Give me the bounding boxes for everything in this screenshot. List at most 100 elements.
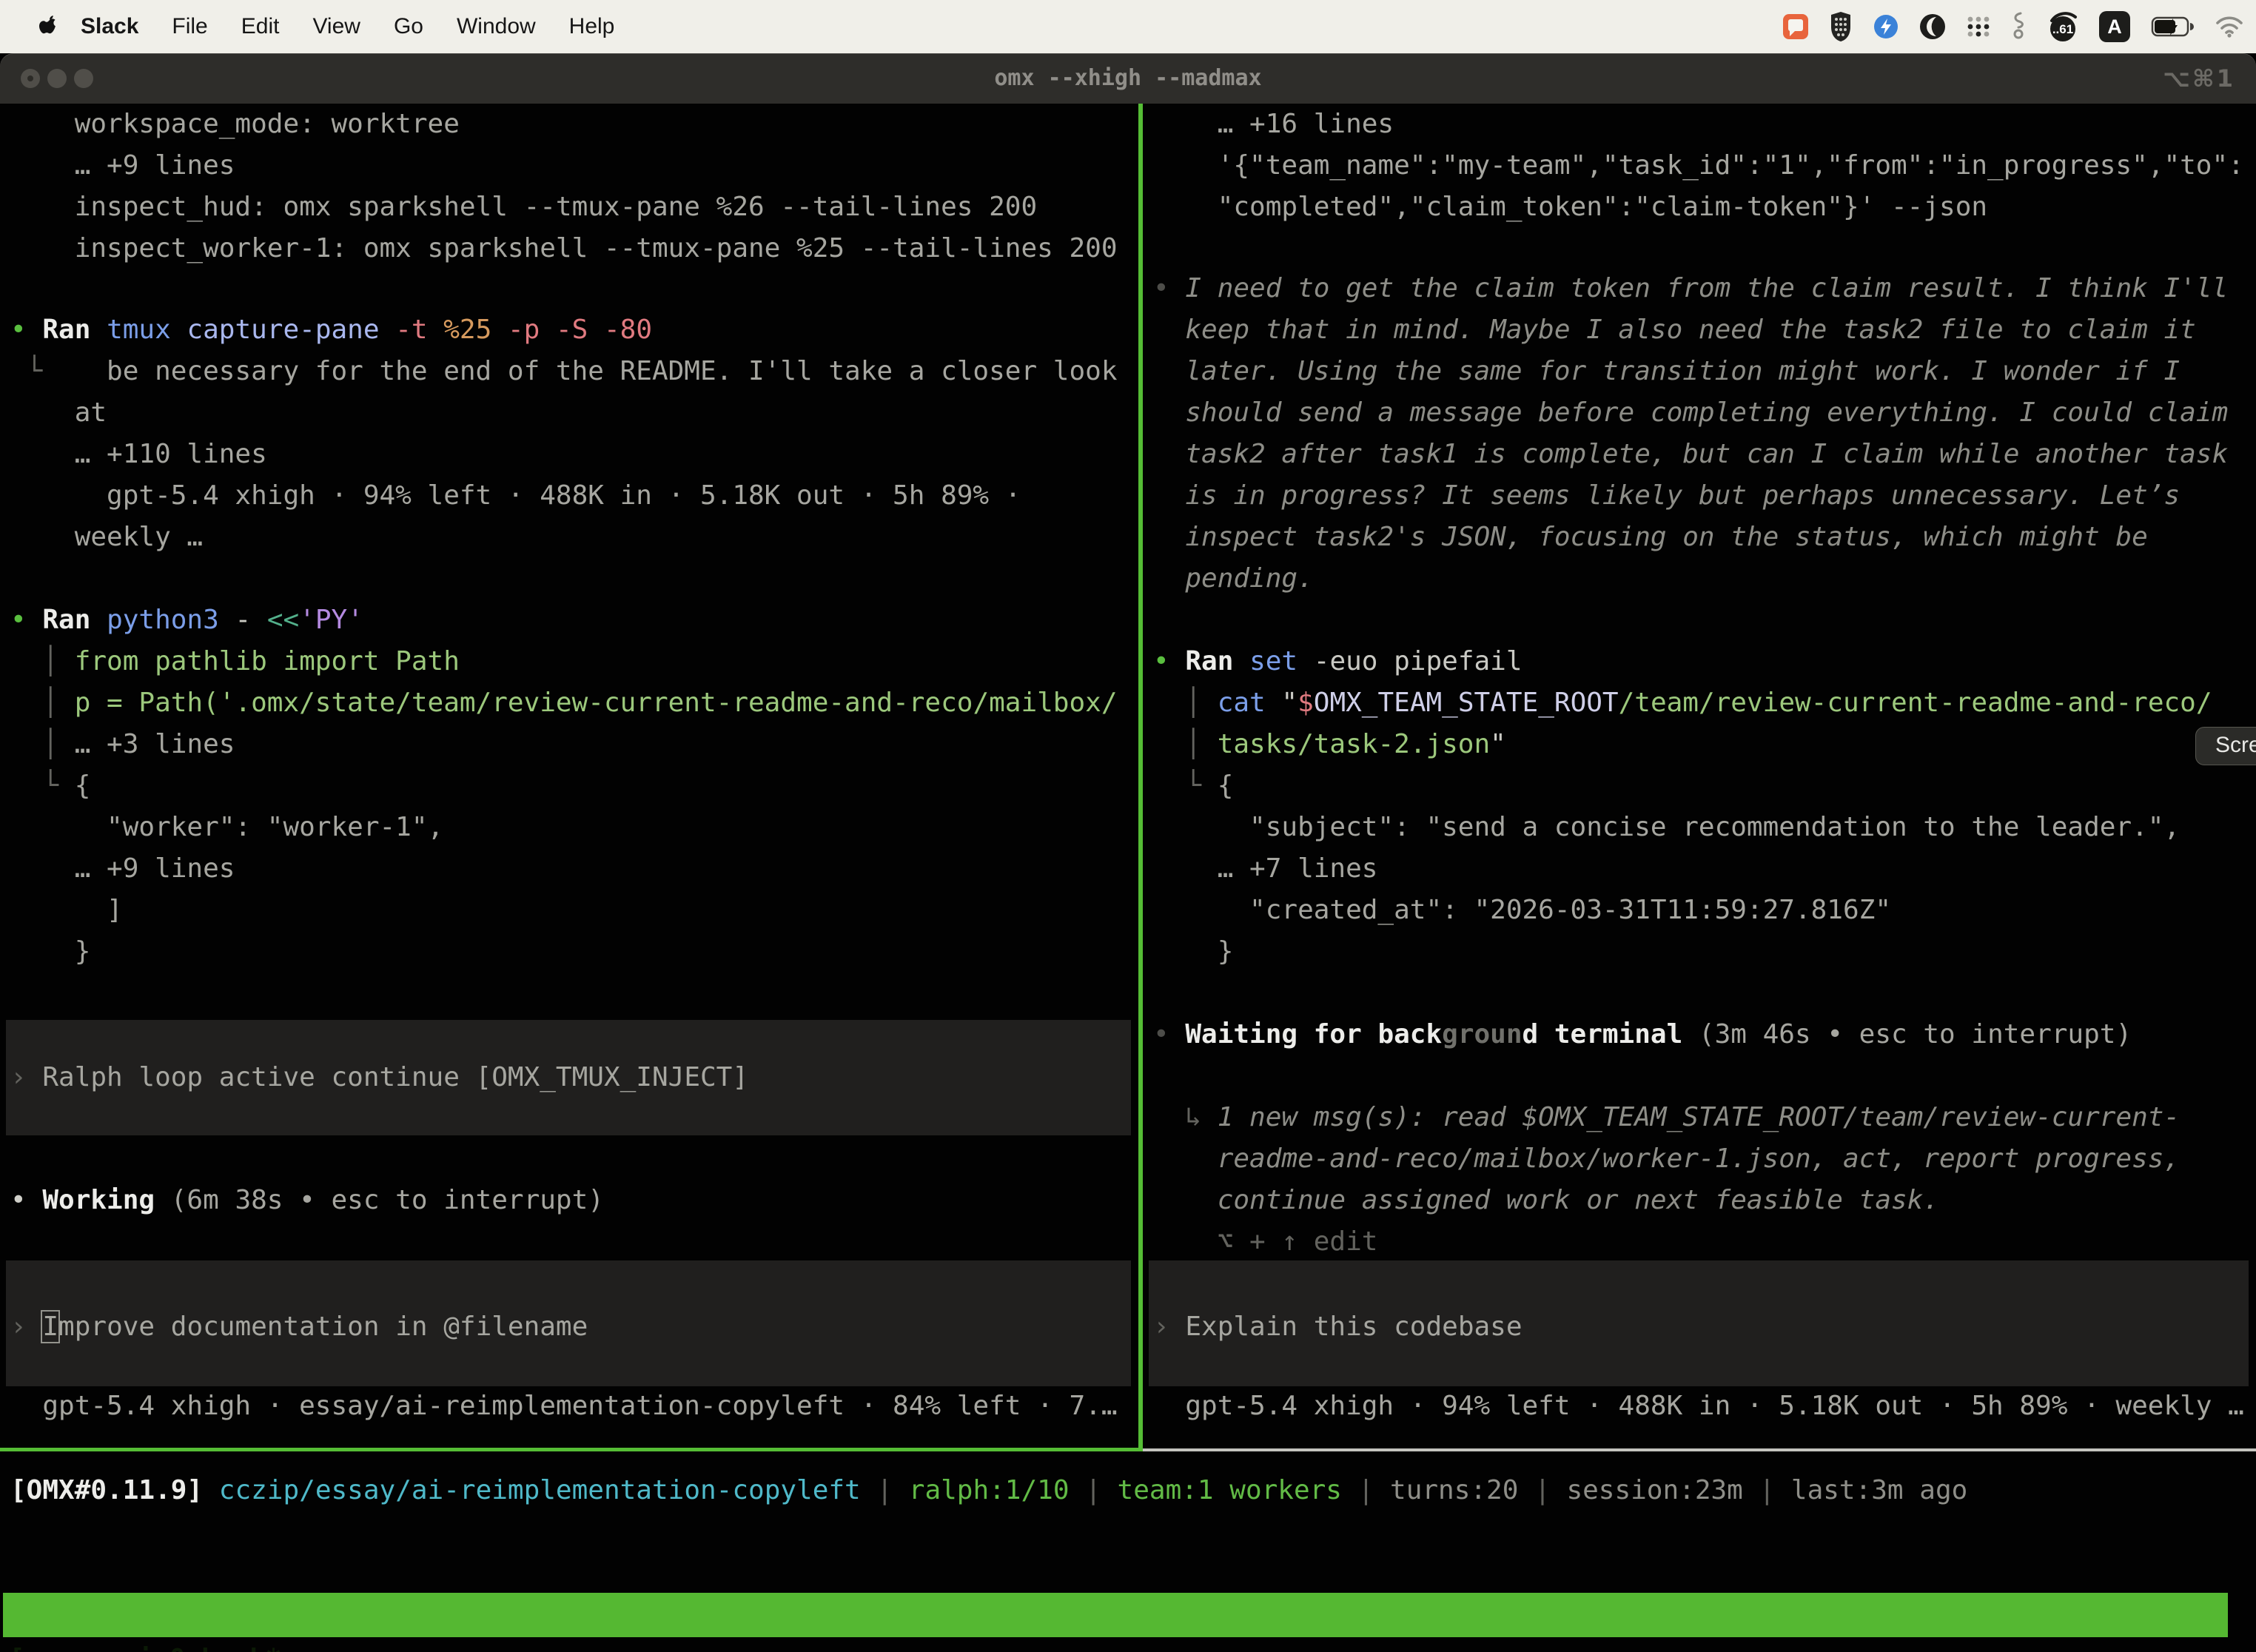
text-segment: " — [1490, 729, 1506, 759]
text-segment: { — [75, 770, 91, 801]
text-segment: "worker": "worker-1", — [10, 812, 443, 842]
terminal-line: gpt-5.4 xhigh · 94% left · 488K in · 5.1… — [10, 475, 1138, 517]
text-segment: gpt-5.4 xhigh · essay/ai-reimplementatio… — [10, 1391, 1118, 1421]
text-segment: Working — [42, 1185, 170, 1215]
terminal-line: • Waiting for background terminal (3m 46… — [1153, 1014, 2256, 1055]
text-segment: Ran — [42, 315, 107, 345]
text-segment: › — [10, 1062, 42, 1092]
text-segment: at — [10, 397, 107, 428]
text-segment: "completed","claim_token":"claim-token"}… — [1153, 192, 1987, 222]
text-segment: later. Using the same for transition mig… — [1153, 356, 2180, 386]
shield-grid-icon[interactable] — [1828, 10, 1853, 43]
text-segment: " — [1281, 688, 1297, 718]
text-segment: turns:20 — [1390, 1475, 1518, 1505]
text-segment: OMX_TEAM_STATE_ROOT — [1314, 688, 1619, 718]
terminal-line: └ { — [1153, 765, 2256, 807]
text-segment: … +110 lines — [10, 439, 267, 469]
menu-item-help[interactable]: Help — [569, 14, 615, 39]
text-segment: -euo pipefail — [1314, 646, 1523, 676]
text-segment: Waiting for back — [1185, 1019, 1442, 1050]
text-segment: %25 — [443, 315, 508, 345]
menu-item-go[interactable]: Go — [394, 14, 423, 39]
terminal-line: gpt-5.4 xhigh · essay/ai-reimplementatio… — [10, 1386, 1138, 1427]
terminal-line: } — [10, 931, 1138, 973]
text-segment: { — [1218, 770, 1234, 801]
text-segment: d terminal — [1523, 1019, 1699, 1050]
browser-crescent-icon[interactable] — [1918, 13, 1947, 41]
text-segment: task2 after task1 is complete, but can I… — [1153, 439, 2228, 469]
input-source-label: A — [2098, 16, 2132, 38]
text-segment: python3 — [107, 605, 235, 635]
text-segment: inspect task2's JSON, focusing on the st… — [1153, 522, 2148, 552]
terminal-line: at — [10, 392, 1138, 434]
terminal-line: weekly … — [10, 517, 1138, 558]
text-segment: │ — [10, 688, 75, 718]
terminal-line: … +7 lines — [1153, 848, 2256, 890]
text-segment: -p -S -80 — [508, 315, 652, 345]
text-segment: … +9 lines — [10, 853, 235, 884]
menu-item-file[interactable]: File — [172, 14, 207, 39]
terminal-line: keep that in mind. Maybe I also need the… — [1153, 309, 2256, 351]
text-segment: workspace_mode: worktree — [10, 109, 460, 139]
terminal-line: ↳ 1 new msg(s): read $OMX_TEAM_STATE_ROO… — [1153, 1097, 2256, 1138]
text-segment: 1 new msg(s): read $OMX_TEAM_STATE_ROOT/… — [1218, 1102, 2180, 1132]
terminal-line: │ p = Path('.omx/state/team/review-curre… — [10, 682, 1138, 724]
text-segment: • — [10, 1185, 42, 1215]
terminal-line: "worker": "worker-1", — [10, 807, 1138, 848]
text-segment: … +16 lines — [1153, 109, 1394, 139]
menu-item-window[interactable]: Window — [457, 14, 536, 39]
terminal-line: … +16 lines — [1153, 104, 2256, 145]
terminal-line: "completed","claim_token":"claim-token"}… — [1153, 187, 2256, 228]
text-segment: capture-pane — [187, 315, 395, 345]
menu-item-slack[interactable]: Slack — [81, 14, 138, 39]
screen-grid-icon[interactable] — [1966, 14, 1991, 39]
terminal-line: … +9 lines — [10, 145, 1138, 187]
text-segment: └ — [10, 356, 107, 386]
text-segment: p = Path('.omx/state/team/review-current… — [75, 688, 1118, 718]
chat-app-icon[interactable] — [1782, 13, 1809, 40]
count-badge-icon[interactable]: ..61 — [2047, 10, 2078, 43]
terminal-line: [OMX#0.11.9] cczip/essay/ai-reimplementa… — [10, 1470, 2256, 1511]
text-segment: be necessary for the end of the README. … — [107, 356, 1117, 386]
text-segment: • — [1153, 1019, 1185, 1050]
text-segment: (6m 38s • esc to interrupt) — [171, 1185, 604, 1215]
terminal-line: • Ran python3 - <<'PY' — [10, 600, 1138, 641]
text-segment: should send a message before completing … — [1153, 397, 2228, 428]
menu-item-view[interactable]: View — [312, 14, 360, 39]
text-segment: keep that in mind. Maybe I also need the… — [1153, 315, 2196, 345]
terminal-line: task2 after task1 is complete, but can I… — [1153, 434, 2256, 475]
terminal-line: └ be necessary for the end of the README… — [10, 351, 1138, 392]
text-segment: tasks/task-2.json — [1218, 729, 1490, 759]
text-segment: "subject": "send a concise recommendatio… — [1153, 812, 2180, 842]
text-segment — [203, 1475, 219, 1505]
input-source-icon[interactable]: A — [2098, 10, 2132, 44]
terminal-line: "subject": "send a concise recommendatio… — [1153, 807, 2256, 848]
battery-charging-icon[interactable] — [2151, 16, 2195, 38]
text-segment: inspect_hud: omx sparkshell --tmux-pane … — [10, 192, 1037, 222]
text-segment: gpt-5.4 xhigh · 94% left · 488K in · 5.1… — [10, 480, 1021, 511]
text-segment: "created_at": "2026-03-31T11:59:27.816Z" — [1153, 895, 1891, 925]
text-segment: << — [267, 605, 299, 635]
wifi-icon[interactable] — [2215, 15, 2244, 38]
text-segment: readme-and-reco/mailbox/worker-1.json, a… — [1153, 1144, 2180, 1174]
terminal-line: └ { — [10, 765, 1138, 807]
macos-menubar: Slack File Edit View Go Window Help — [0, 0, 2256, 53]
window-title: omx --xhigh --madmax — [0, 53, 2256, 104]
terminal-line: • I need to get the claim token from the… — [1153, 268, 2256, 309]
text-segment: ralph:1/10 — [909, 1475, 1070, 1505]
terminal-line: later. Using the same for transition mig… — [1153, 351, 2256, 392]
terminal-line: … +110 lines — [10, 434, 1138, 475]
count-badge-label: ..61 — [2047, 22, 2078, 37]
terminal-line: '{"team_name":"my-team","task_id":"1","f… — [1153, 145, 2256, 187]
blue-bolt-badge-icon[interactable] — [1873, 13, 1899, 40]
squiggle-icon[interactable] — [2010, 11, 2028, 42]
text-segment: | — [1342, 1475, 1390, 1505]
menu-item-edit[interactable]: Edit — [241, 14, 280, 39]
apple-menu[interactable] — [39, 14, 58, 40]
terminal-line: pending. — [1153, 558, 2256, 600]
window-shortcut-hint: ⌥⌘1 — [2163, 53, 2235, 104]
text-segment: | — [861, 1475, 909, 1505]
terminal-pane-right[interactable]: … +16 lines '{"team_name":"my-team","tas… — [1143, 104, 2256, 1448]
terminal-pane-left[interactable]: workspace_mode: worktree … +9 lines insp… — [0, 104, 1138, 1448]
terminal-line: workspace_mode: worktree — [10, 104, 1138, 145]
